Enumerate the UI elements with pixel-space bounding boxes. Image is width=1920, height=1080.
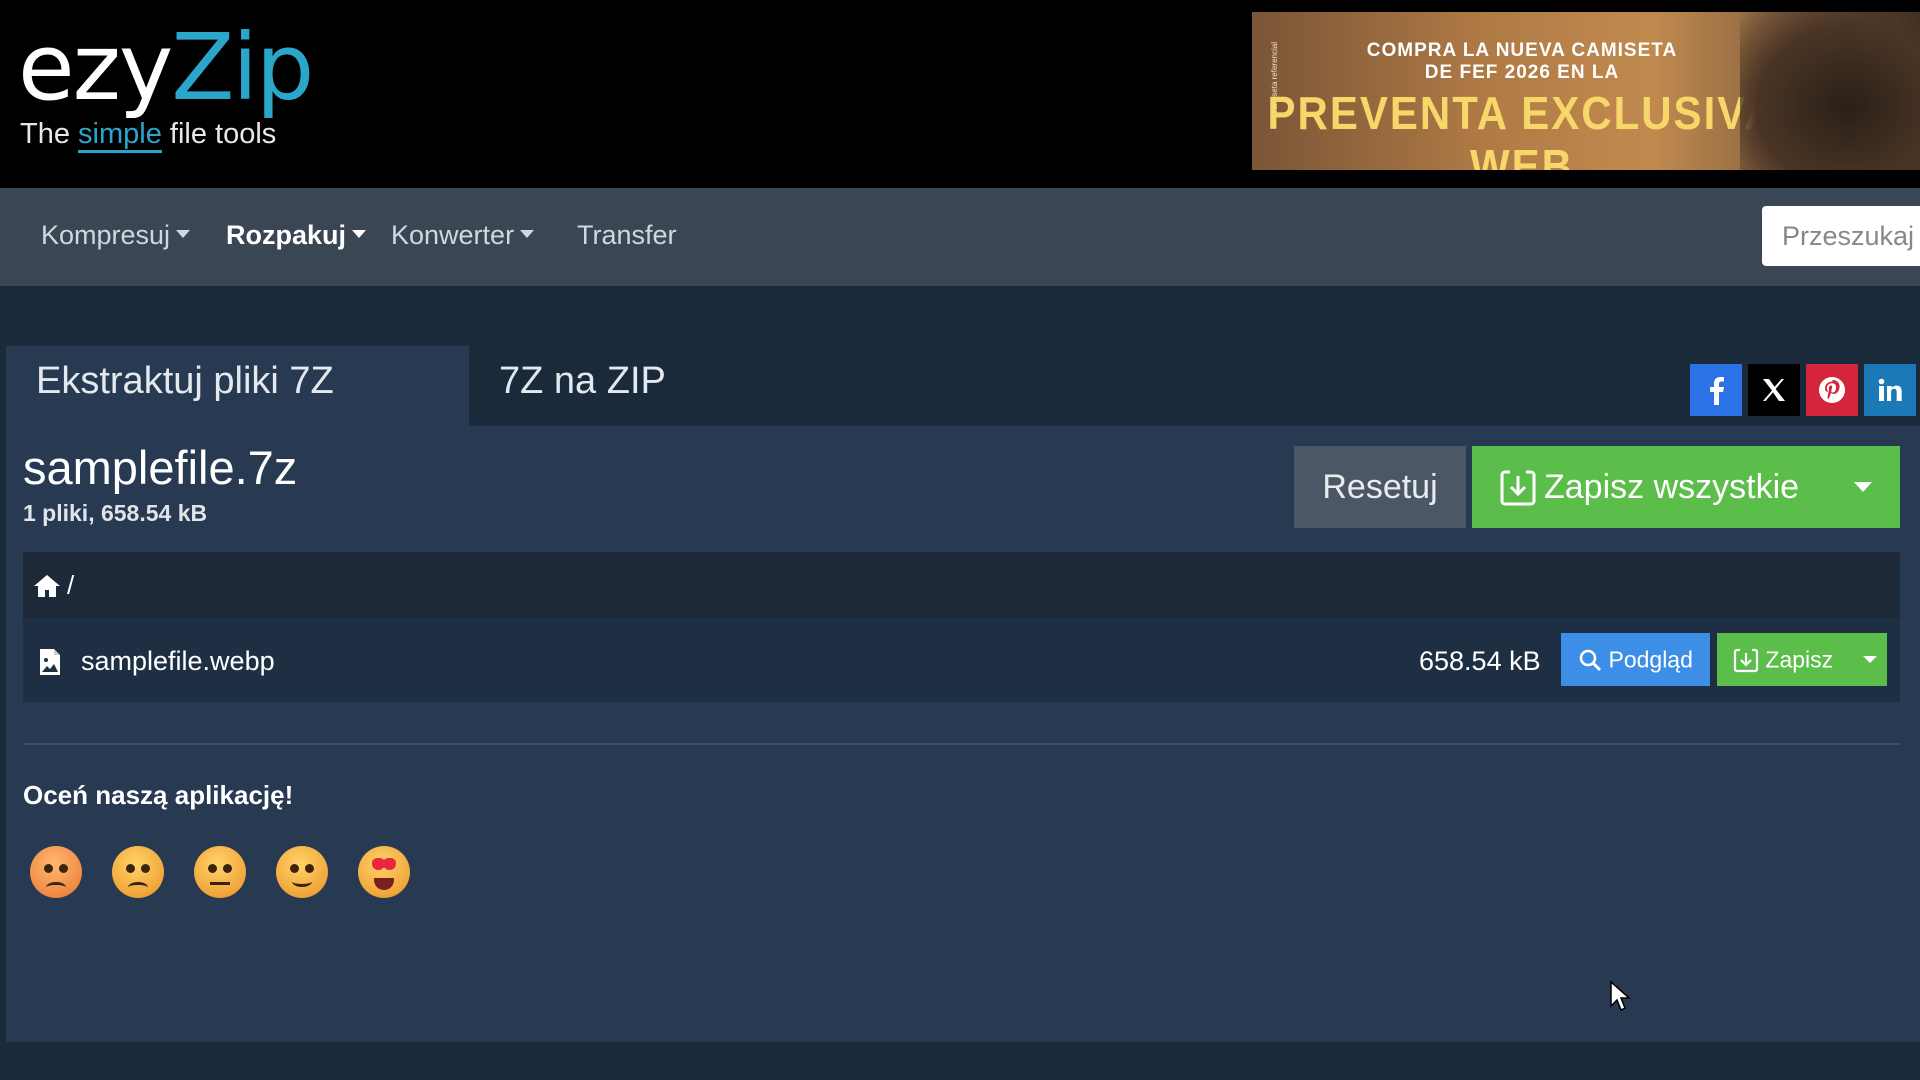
search-icon bbox=[1579, 649, 1602, 672]
breadcrumb: / bbox=[23, 552, 1900, 618]
chevron-down-icon[interactable] bbox=[1854, 482, 1872, 492]
file-name: samplefile.webp bbox=[81, 646, 275, 676]
facebook-icon bbox=[1710, 377, 1724, 405]
main-nav: Kompresuj Rozpakuj Konwerter Transfer bbox=[0, 188, 1920, 286]
tagline-pre: The bbox=[20, 118, 79, 150]
save-label: Zapisz bbox=[1765, 646, 1834, 673]
download-icon bbox=[1500, 470, 1536, 506]
file-size: 658.54 kB bbox=[1419, 646, 1541, 676]
reset-button[interactable]: Resetuj bbox=[1294, 446, 1466, 528]
nav-item-transfer[interactable]: Transfer bbox=[577, 220, 677, 251]
caret-down-icon bbox=[352, 229, 367, 238]
tagline-simple: simple bbox=[78, 118, 162, 153]
ad-banner[interactable]: *Camiseta referencial COMPRA LA NUEVA CA… bbox=[1252, 12, 1920, 170]
logo-text-zip: Zip bbox=[171, 14, 314, 121]
linkedin-icon bbox=[1878, 378, 1902, 401]
x-icon bbox=[1763, 379, 1785, 401]
ad-headline-1: COMPRA LA NUEVA CAMISETA bbox=[1366, 40, 1678, 61]
rating-prompt: Oceń naszą aplikację! bbox=[23, 780, 294, 810]
ezyzip-logo[interactable]: ezyZip The simple file tools bbox=[18, 22, 314, 153]
nav-item-konwerter[interactable]: Konwerter bbox=[391, 220, 535, 251]
save-all-label: Zapisz wszystkie bbox=[1544, 467, 1800, 506]
mouse-cursor-icon bbox=[1610, 980, 1631, 1012]
heart-eyes-emoji-icon[interactable] bbox=[358, 846, 410, 898]
save-all-button[interactable]: Zapisz wszystkie bbox=[1472, 446, 1900, 528]
ad-headline-2: DE FEF 2026 EN LA bbox=[1424, 62, 1620, 83]
ad-slogan: PREVENTA EXCLUSIVA WEB bbox=[1267, 87, 1777, 170]
caret-down-icon bbox=[176, 229, 191, 238]
sad-emoji-icon[interactable] bbox=[112, 846, 164, 898]
pinterest-icon bbox=[1819, 377, 1845, 403]
nav-item-label: Konwerter bbox=[391, 220, 515, 250]
preview-button[interactable]: Podgląd bbox=[1561, 633, 1710, 686]
site-header: ezyZip The simple file tools *Camiseta r… bbox=[0, 0, 1920, 188]
x-share-button[interactable] bbox=[1748, 364, 1800, 416]
nav-item-label: Transfer bbox=[577, 220, 677, 250]
nav-item-rozpakuj[interactable]: Rozpakuj bbox=[226, 220, 367, 251]
image-file-icon bbox=[40, 649, 60, 675]
rating-emojis bbox=[30, 846, 410, 898]
tab-extract-7z[interactable]: Ekstraktuj pliki 7Z online bbox=[6, 346, 469, 472]
caret-down-icon bbox=[520, 229, 535, 238]
logo-tagline: The simple file tools bbox=[20, 118, 312, 153]
home-icon[interactable] bbox=[33, 574, 61, 598]
nav-item-label: Kompresuj bbox=[41, 220, 171, 250]
preview-label: Podgląd bbox=[1608, 646, 1693, 673]
tagline-post: file tools bbox=[161, 118, 277, 150]
breadcrumb-root: / bbox=[67, 570, 75, 600]
divider bbox=[23, 743, 1900, 745]
linkedin-share-button[interactable] bbox=[1864, 364, 1916, 416]
neutral-emoji-icon[interactable] bbox=[194, 846, 246, 898]
logo-text-ezy: ezy bbox=[18, 14, 173, 121]
tab-7z-to-zip[interactable]: 7Z na ZIP bbox=[469, 346, 696, 426]
pinterest-share-button[interactable] bbox=[1806, 364, 1858, 416]
download-icon bbox=[1733, 648, 1759, 673]
archive-meta: 1 pliki, 658.54 kB bbox=[23, 500, 208, 526]
chevron-down-icon[interactable] bbox=[1863, 656, 1877, 663]
facebook-share-button[interactable] bbox=[1690, 364, 1742, 416]
ad-shirt-image bbox=[1740, 12, 1920, 170]
search-input[interactable] bbox=[1762, 206, 1920, 266]
angry-emoji-icon[interactable] bbox=[30, 846, 82, 898]
save-file-button[interactable]: Zapisz bbox=[1717, 633, 1887, 686]
ad-headline: COMPRA LA NUEVA CAMISETA DE FEF 2026 EN … bbox=[1252, 40, 1792, 84]
nav-item-label: Rozpakuj bbox=[226, 220, 347, 250]
happy-emoji-icon[interactable] bbox=[276, 846, 328, 898]
archive-name: samplefile.7z bbox=[23, 441, 298, 494]
nav-item-kompresuj[interactable]: Kompresuj bbox=[41, 220, 191, 251]
